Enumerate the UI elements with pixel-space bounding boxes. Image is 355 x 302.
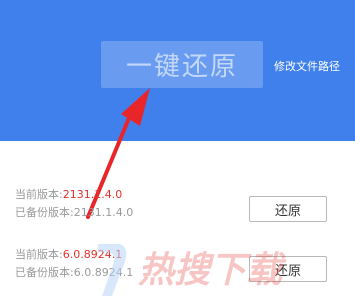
current-version-label: 当前版本: (15, 248, 63, 261)
version-info-1: 当前版本:2131.1.4.0 已备份版本:2131.1.4.0 (15, 186, 133, 222)
backup-version-label: 已备份版本: (15, 266, 74, 279)
current-version-value: 6.0.8924.1 (62, 248, 123, 261)
version-info-2: 当前版本:6.0.8924.1 已备份版本:6.0.8924.1 (15, 246, 133, 282)
backup-version-label: 已备份版本: (15, 206, 74, 219)
current-version-label: 当前版本: (15, 188, 63, 201)
backup-version-value: 6.0.8924.1 (73, 266, 134, 279)
backup-version-row: 已备份版本:2131.1.4.0 (15, 204, 133, 222)
modify-file-path-link[interactable]: 修改文件路径 (274, 58, 340, 74)
restore-button-2[interactable]: 还原 (249, 256, 327, 282)
backup-version-row: 已备份版本:6.0.8924.1 (15, 264, 133, 282)
backup-version-value: 2131.1.4.0 (73, 206, 134, 219)
current-version-value: 2131.1.4.0 (62, 188, 123, 201)
current-version-row: 当前版本:2131.1.4.0 (15, 186, 133, 204)
current-version-row: 当前版本:6.0.8924.1 (15, 246, 133, 264)
header-panel: 一键还原 修改文件路径 (0, 0, 355, 141)
app-window: 一键还原 修改文件路径 当前版本:2131.1.4.0 已备份版本:2131.1… (0, 0, 355, 302)
restore-button-1[interactable]: 还原 (249, 196, 327, 222)
one-click-restore-button[interactable]: 一键还原 (101, 41, 263, 88)
